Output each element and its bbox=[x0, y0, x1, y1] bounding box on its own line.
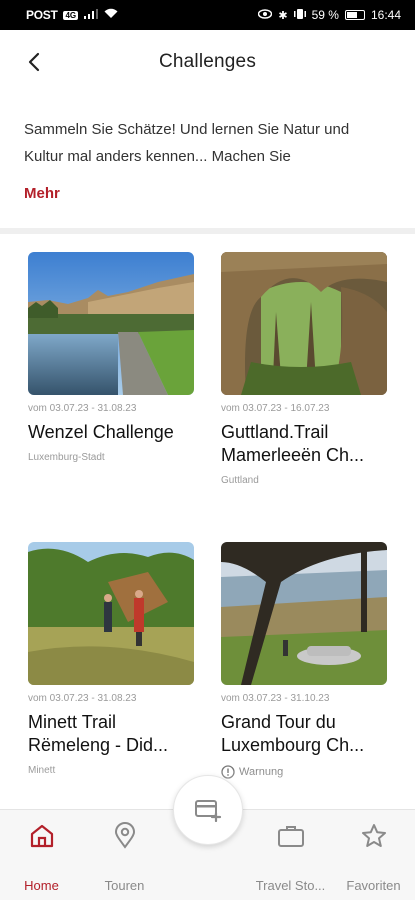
challenge-image-guttland bbox=[221, 252, 387, 395]
location-label: Guttland bbox=[221, 475, 259, 486]
nav-label: Touren bbox=[104, 878, 145, 893]
nav-label: Home bbox=[24, 878, 59, 893]
briefcase-icon bbox=[277, 826, 304, 847]
challenge-card-grand-tour[interactable]: vom 03.07.23 - 31.10.23 Grand Tour du Lu… bbox=[221, 542, 387, 779]
challenge-image-grand-tour bbox=[221, 542, 387, 685]
signal-icon bbox=[84, 8, 99, 22]
challenge-dates: vom 03.07.23 - 16.07.23 bbox=[221, 403, 330, 414]
challenge-location: Guttland bbox=[221, 475, 387, 486]
challenge-card-guttland[interactable]: vom 03.07.23 - 16.07.23 Guttland.Trail M… bbox=[221, 252, 387, 486]
challenge-image-wenzel bbox=[28, 252, 194, 395]
page-title: Challenges bbox=[158, 51, 257, 72]
challenge-location: Luxemburg-Stadt bbox=[28, 452, 194, 463]
nav-label: Travel Sto... bbox=[255, 878, 326, 893]
nav-item-travel-stories[interactable]: Travel Sto... bbox=[249, 810, 332, 900]
bluetooth-icon: ✱ bbox=[278, 9, 288, 22]
challenge-title: Grand Tour du Luxembourg Ch... bbox=[221, 712, 365, 755]
eye-icon bbox=[258, 8, 273, 22]
battery-percent: 59 % bbox=[311, 8, 339, 22]
challenge-dates: vom 03.07.23 - 31.08.23 bbox=[28, 403, 137, 414]
star-icon bbox=[361, 824, 386, 847]
add-card-icon bbox=[195, 800, 222, 822]
location-label: Luxemburg-Stadt bbox=[28, 452, 105, 463]
section-divider bbox=[0, 228, 415, 234]
chevron-left-icon bbox=[28, 52, 40, 72]
network-badge: 4G bbox=[63, 10, 79, 20]
nav-item-touren[interactable]: Touren bbox=[83, 810, 166, 900]
nav-item-favoriten[interactable]: Favoriten bbox=[332, 810, 415, 900]
nav-label: Favoriten bbox=[346, 878, 401, 893]
wifi-icon bbox=[104, 8, 118, 22]
vibrate-icon bbox=[293, 8, 306, 22]
clock: 16:44 bbox=[370, 8, 401, 22]
home-icon bbox=[30, 824, 53, 848]
status-bar: POST 4G ✱ 59 % 16:44 bbox=[0, 0, 415, 30]
battery-icon bbox=[344, 10, 365, 20]
challenge-dates: vom 03.07.23 - 31.08.23 bbox=[28, 693, 137, 704]
map-pin-icon bbox=[114, 822, 135, 849]
back-button[interactable] bbox=[14, 42, 54, 82]
challenge-image-minett bbox=[28, 542, 194, 685]
intro-text: Sammeln Sie Schätze! Und lernen Sie Natu… bbox=[24, 121, 350, 165]
carrier-label: POST bbox=[26, 8, 58, 22]
challenge-card-minett[interactable]: vom 03.07.23 - 31.08.23 Minett Trail Rëm… bbox=[28, 542, 194, 776]
more-link[interactable]: Mehr bbox=[24, 185, 60, 202]
challenge-dates: vom 03.07.23 - 31.10.23 bbox=[221, 693, 330, 704]
nav-item-home[interactable]: Home bbox=[0, 810, 83, 900]
challenge-title: Guttland.Trail Mamerleeën Ch... bbox=[221, 422, 365, 465]
add-card-button[interactable] bbox=[173, 775, 243, 845]
challenge-title: Wenzel Challenge bbox=[28, 422, 174, 442]
challenge-title: Minett Trail Rëmeleng - Did... bbox=[28, 712, 169, 755]
app-header: Challenges bbox=[0, 30, 415, 94]
challenge-card-wenzel[interactable]: vom 03.07.23 - 31.08.23 Wenzel Challenge… bbox=[28, 252, 194, 463]
